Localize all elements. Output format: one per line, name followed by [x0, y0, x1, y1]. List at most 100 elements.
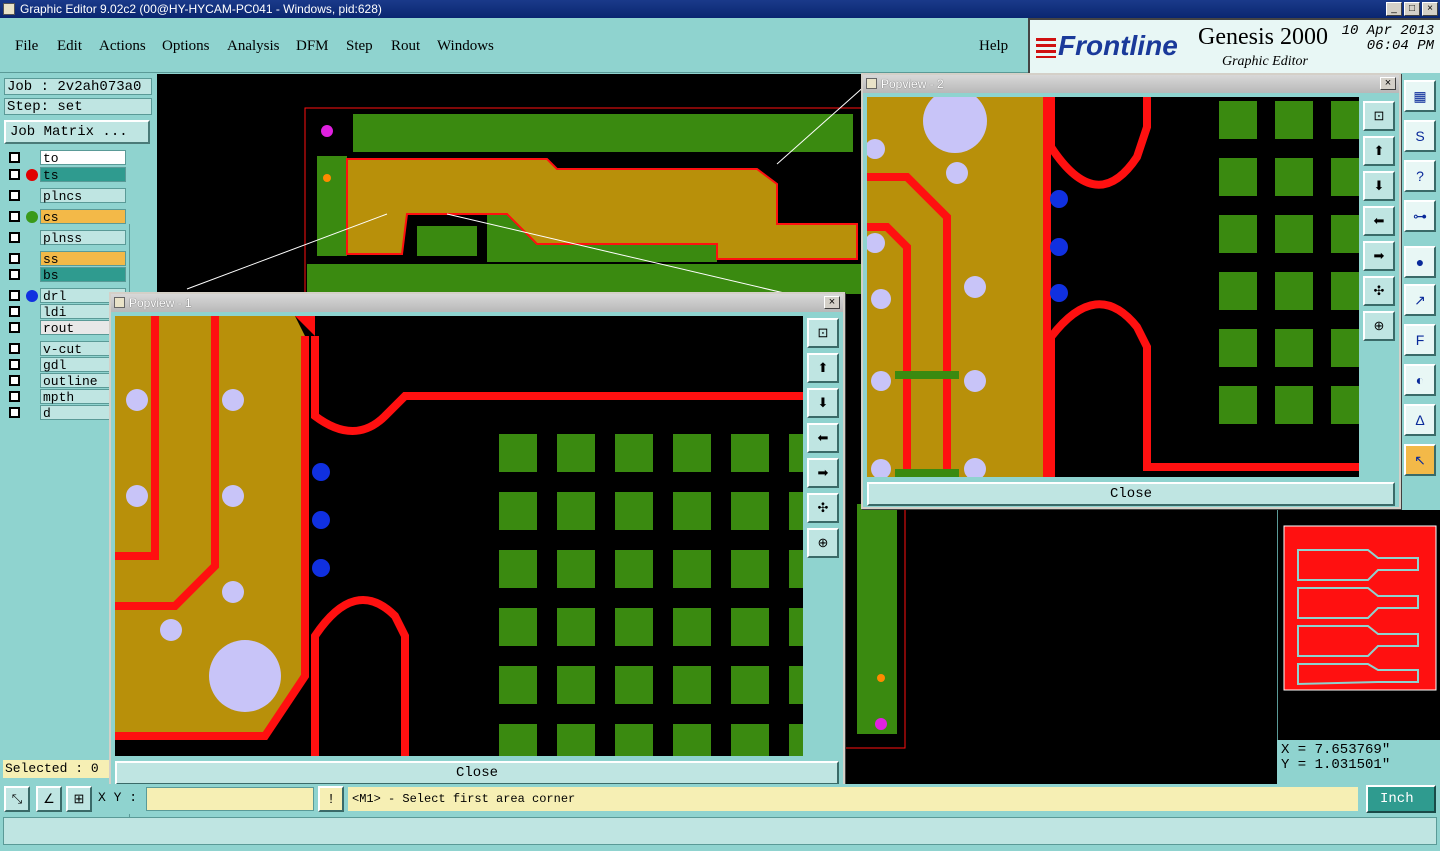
layer-color-dot: [26, 169, 38, 181]
layer-checkbox[interactable]: [9, 306, 20, 317]
layer-checkbox[interactable]: [9, 322, 20, 333]
menu-analysis[interactable]: Analysis: [227, 38, 280, 55]
popview-1-titlebar[interactable]: Popview - 1: [111, 294, 843, 312]
snap-icon[interactable]: ↗: [1404, 284, 1436, 316]
job-matrix-button[interactable]: Job Matrix ...: [4, 120, 150, 144]
popview-2-close-icon[interactable]: ×: [1380, 77, 1396, 90]
up-icon[interactable]: ⬆: [807, 353, 839, 383]
pad: [1275, 158, 1313, 196]
s-route-icon[interactable]: S: [1404, 120, 1436, 152]
popview-1-close-button[interactable]: Close: [115, 761, 839, 785]
layer-checkbox[interactable]: [9, 343, 20, 354]
zoom-area-icon[interactable]: ⤡: [4, 786, 30, 812]
close-window-button[interactable]: ×: [1422, 2, 1438, 16]
layer-plncs[interactable]: plncs: [4, 188, 128, 204]
pad: [557, 550, 595, 588]
layer-checkbox[interactable]: [9, 152, 20, 163]
pad: [789, 724, 803, 756]
popview-1-close-icon[interactable]: ×: [824, 296, 840, 309]
pad: [1275, 215, 1313, 253]
popview-2-titlebar[interactable]: Popview - 2: [863, 75, 1399, 93]
pad: [1275, 272, 1313, 310]
pad: [499, 492, 537, 530]
layer-checkbox[interactable]: [9, 211, 20, 222]
layer-checkbox[interactable]: [9, 290, 20, 301]
left-icon[interactable]: ⬅: [807, 423, 839, 453]
menu-edit[interactable]: Edit: [57, 38, 82, 55]
layer-name: bs: [40, 267, 126, 283]
left-icon[interactable]: ⬅: [1363, 206, 1395, 236]
fit-icon[interactable]: ✣: [1363, 276, 1395, 306]
right-toolbar: ▦ S? ⊶ ● ↗ F ◐ Δ ↖: [1400, 74, 1440, 484]
pad: [673, 550, 711, 588]
menu-rout[interactable]: Rout: [391, 38, 420, 55]
measure-icon[interactable]: ⊶: [1404, 200, 1436, 232]
pad: [557, 434, 595, 472]
pad: [499, 550, 537, 588]
help-icon[interactable]: ?: [1404, 160, 1436, 192]
right-icon[interactable]: ➡: [807, 458, 839, 488]
layer-ts[interactable]: ts: [4, 167, 128, 183]
layer-checkbox[interactable]: [9, 190, 20, 201]
pad: [1219, 386, 1257, 424]
menu-step[interactable]: Step: [346, 38, 373, 55]
layer-checkbox[interactable]: [9, 359, 20, 370]
menu-windows[interactable]: Windows: [437, 38, 494, 55]
center-icon[interactable]: ⊕: [807, 528, 839, 558]
status-message: <M1> - Select first area corner: [348, 787, 1358, 811]
pad: [1275, 101, 1313, 139]
layer-checkbox[interactable]: [9, 169, 20, 180]
pointer-icon[interactable]: ↖: [1404, 444, 1436, 476]
layer-ss[interactable]: ss: [4, 251, 128, 267]
popview-1-canvas[interactable]: [115, 316, 803, 756]
maximize-button[interactable]: □: [1404, 2, 1420, 16]
pad: [1275, 329, 1313, 367]
layer-name: ss: [40, 251, 126, 267]
popview-2-canvas[interactable]: [867, 97, 1359, 477]
measure-angle-icon[interactable]: ∠: [36, 786, 62, 812]
menu-options[interactable]: Options: [162, 38, 210, 55]
grid-icon[interactable]: ⊞: [66, 786, 92, 812]
layer-checkbox[interactable]: [9, 375, 20, 386]
down-icon[interactable]: ⬇: [807, 388, 839, 418]
menu-help[interactable]: Help: [979, 38, 1008, 55]
unit-selector[interactable]: Inch ▭: [1366, 785, 1436, 831]
zoom-icon[interactable]: ⊡: [1363, 101, 1395, 131]
fit-icon[interactable]: ✣: [807, 493, 839, 523]
arc-icon[interactable]: Δ: [1404, 404, 1436, 436]
layer-checkbox[interactable]: [9, 407, 20, 418]
menu-dfm[interactable]: DFM: [296, 38, 329, 55]
flip-icon[interactable]: F: [1404, 324, 1436, 356]
xy-input[interactable]: [146, 787, 314, 811]
minimize-button[interactable]: _: [1386, 2, 1402, 16]
layer-checkbox[interactable]: [9, 253, 20, 264]
down-icon[interactable]: ⬇: [1363, 171, 1395, 201]
layer-cs[interactable]: cs: [4, 209, 128, 225]
overview-map[interactable]: [1277, 510, 1440, 740]
right-icon[interactable]: ➡: [1363, 241, 1395, 271]
pad: [499, 434, 537, 472]
popview-2-window: Popview - 2 × ⊡ ⬆ ⬇ ⬅ ➡ ✣ ⊕ Close: [861, 73, 1401, 509]
layer-checkbox[interactable]: [9, 232, 20, 243]
alert-icon[interactable]: !: [318, 786, 344, 812]
shapes-icon[interactable]: ◐: [1404, 364, 1436, 396]
layer-name: to: [40, 150, 126, 166]
pad: [615, 724, 653, 756]
pad: [557, 608, 595, 646]
popview-2-close-button[interactable]: Close: [867, 482, 1395, 506]
menu-actions[interactable]: Actions: [99, 38, 146, 55]
layer-checkbox[interactable]: [9, 269, 20, 280]
pad-icon[interactable]: ●: [1404, 246, 1436, 278]
zoom-icon[interactable]: ⊡: [807, 318, 839, 348]
pad: [673, 666, 711, 704]
layer-to[interactable]: to: [4, 150, 128, 166]
layer-checkbox[interactable]: [9, 391, 20, 402]
pad: [557, 492, 595, 530]
layer-bs[interactable]: bs: [4, 267, 128, 283]
up-icon[interactable]: ⬆: [1363, 136, 1395, 166]
center-icon[interactable]: ⊕: [1363, 311, 1395, 341]
layout-icon[interactable]: ▦: [1404, 80, 1436, 112]
layer-plnss[interactable]: plnss: [4, 230, 128, 246]
command-line[interactable]: [3, 817, 1437, 845]
menu-file[interactable]: File: [15, 38, 38, 55]
